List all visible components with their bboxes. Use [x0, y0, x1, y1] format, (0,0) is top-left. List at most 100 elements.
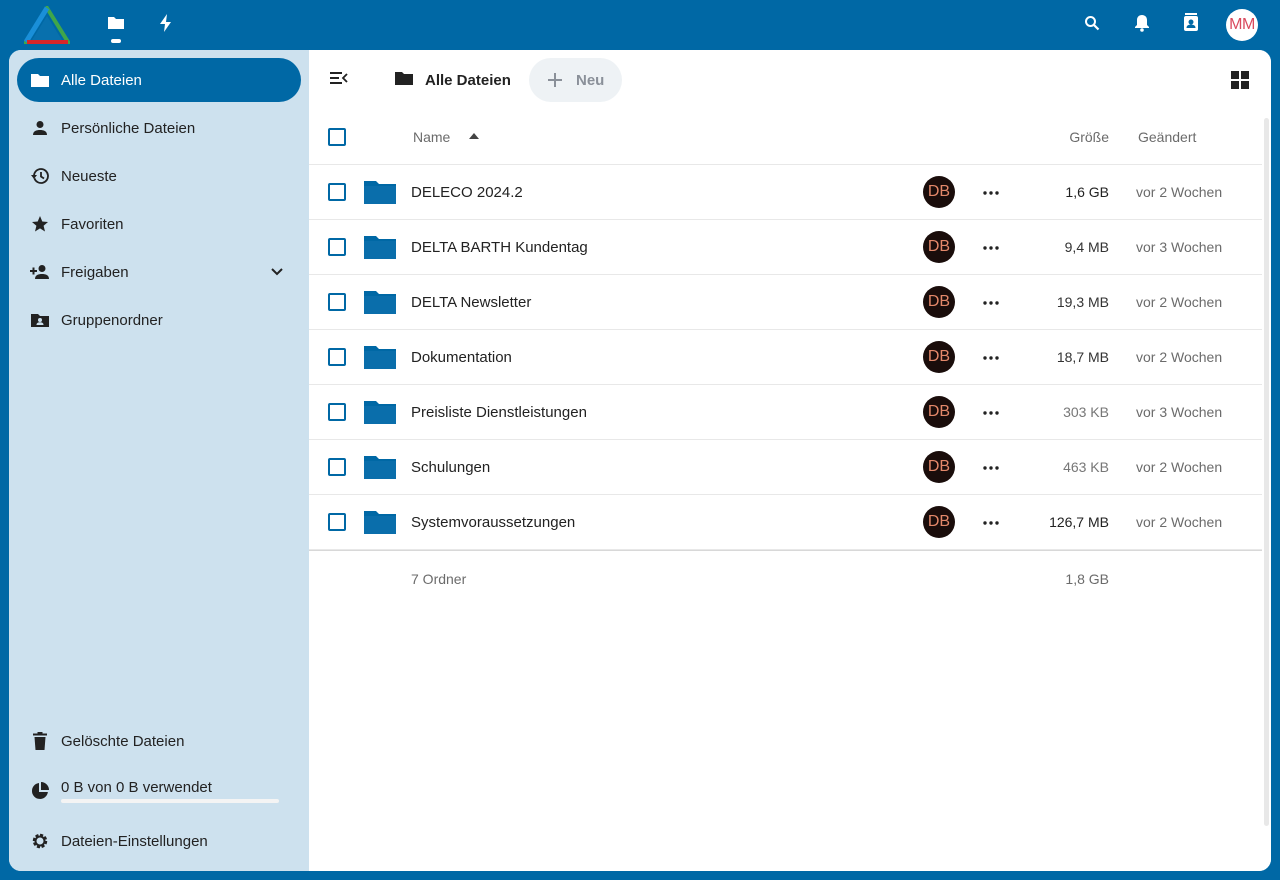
pie-chart-icon: [30, 781, 50, 801]
contacts-button[interactable]: [1179, 12, 1203, 37]
more-icon: [983, 292, 999, 310]
share-icon: [30, 262, 50, 282]
table-row[interactable]: Preisliste Dienstleistungen DB 303 KB vo…: [309, 385, 1262, 440]
folder-icon[interactable]: [363, 509, 397, 535]
row-checkbox[interactable]: [328, 403, 346, 421]
file-modified: vor 3 Wochen: [1136, 239, 1223, 255]
file-modified: vor 2 Wochen: [1136, 294, 1223, 310]
person-icon: [30, 118, 50, 138]
file-name[interactable]: Dokumentation: [411, 349, 512, 366]
more-actions-button[interactable]: [981, 291, 1001, 311]
share-owner-avatar[interactable]: DB: [923, 231, 955, 263]
quota-progress-bar: [61, 799, 279, 803]
more-actions-button[interactable]: [981, 511, 1001, 531]
table-row[interactable]: DELTA Newsletter DB 19,3 MB vor 2 Wochen: [309, 275, 1262, 330]
file-size: 463 KB: [1063, 459, 1109, 475]
more-actions-button[interactable]: [981, 401, 1001, 421]
share-owner-avatar[interactable]: DB: [923, 506, 955, 538]
select-all-checkbox[interactable]: [328, 128, 346, 146]
files-icon: [107, 15, 125, 36]
sidebar: Alle Dateien Persönliche Dateien Neueste…: [9, 50, 309, 871]
gear-icon: [30, 831, 50, 851]
sidebar-item-settings[interactable]: Dateien-Einstellungen: [17, 819, 301, 863]
file-size: 9,4 MB: [1064, 239, 1109, 255]
sidebar-item-favorites[interactable]: Favoriten: [17, 202, 301, 246]
app-header: MM: [0, 0, 1280, 50]
sidebar-quota[interactable]: 0 B von 0 B verwendet: [17, 768, 301, 812]
file-name[interactable]: Preisliste Dienstleistungen: [411, 404, 587, 421]
sidebar-item-trash[interactable]: Gelöschte Dateien: [17, 719, 301, 763]
share-owner-avatar[interactable]: DB: [923, 286, 955, 318]
file-modified: vor 2 Wochen: [1136, 514, 1223, 530]
more-actions-button[interactable]: [981, 346, 1001, 366]
table-row[interactable]: Schulungen DB 463 KB vor 2 Wochen: [309, 440, 1262, 495]
more-actions-button[interactable]: [981, 456, 1001, 476]
column-size-header[interactable]: Größe: [1069, 129, 1109, 145]
file-name[interactable]: Schulungen: [411, 459, 490, 476]
search-button[interactable]: [1080, 13, 1104, 37]
bell-icon: [1134, 14, 1150, 37]
folder-icon[interactable]: [363, 234, 397, 260]
table-row[interactable]: Dokumentation DB 18,7 MB vor 2 Wochen: [309, 330, 1262, 385]
row-checkbox[interactable]: [328, 238, 346, 256]
file-name[interactable]: DELTA Newsletter: [411, 294, 531, 311]
folder-icon[interactable]: [363, 179, 397, 205]
sidebar-item-recent[interactable]: Neueste: [17, 154, 301, 198]
folder-icon[interactable]: [363, 399, 397, 425]
column-modified-header[interactable]: Geändert: [1138, 129, 1196, 145]
file-modified: vor 2 Wochen: [1136, 459, 1223, 475]
table-row[interactable]: DELECO 2024.2 DB 1,6 GB vor 2 Wochen: [309, 165, 1262, 220]
total-size: 1,8 GB: [1065, 571, 1109, 587]
row-checkbox[interactable]: [328, 513, 346, 531]
row-checkbox[interactable]: [328, 458, 346, 476]
share-owner-avatar[interactable]: DB: [923, 396, 955, 428]
more-icon: [983, 237, 999, 255]
folder-count: 7 Ordner: [411, 571, 467, 587]
star-icon: [30, 214, 50, 234]
quota-text: 0 B von 0 B verwendet: [61, 779, 212, 796]
share-owner-avatar[interactable]: DB: [923, 451, 955, 483]
row-checkbox[interactable]: [328, 293, 346, 311]
new-button[interactable]: Neu: [529, 58, 622, 102]
toggle-navigation-button[interactable]: [329, 70, 349, 90]
table-row[interactable]: DELTA BARTH Kundentag DB 9,4 MB vor 3 Wo…: [309, 220, 1262, 275]
breadcrumb[interactable]: Alle Dateien: [395, 70, 511, 90]
row-checkbox[interactable]: [328, 348, 346, 366]
table-row[interactable]: Systemvoraussetzungen DB 126,7 MB vor 2 …: [309, 495, 1262, 550]
plus-icon: [547, 72, 563, 88]
more-actions-button[interactable]: [981, 181, 1001, 201]
files-app-button[interactable]: [104, 13, 128, 43]
file-name[interactable]: DELTA BARTH Kundentag: [411, 239, 588, 256]
folder-icon[interactable]: [363, 344, 397, 370]
share-owner-avatar[interactable]: DB: [923, 176, 955, 208]
sidebar-item-shares[interactable]: Freigaben: [17, 250, 301, 294]
more-actions-button[interactable]: [981, 236, 1001, 256]
chevron-down-icon[interactable]: [267, 262, 287, 282]
file-rows: DELECO 2024.2 DB 1,6 GB vor 2 Wochen DEL…: [309, 165, 1262, 550]
notifications-button[interactable]: [1130, 13, 1154, 37]
folder-icon[interactable]: [363, 454, 397, 480]
history-icon: [30, 166, 50, 186]
more-icon: [983, 182, 999, 200]
activity-icon: [159, 13, 173, 37]
file-modified: vor 3 Wochen: [1136, 404, 1223, 420]
file-modified: vor 2 Wochen: [1136, 349, 1223, 365]
share-owner-avatar[interactable]: DB: [923, 341, 955, 373]
scrollbar[interactable]: [1264, 118, 1269, 826]
row-checkbox[interactable]: [328, 183, 346, 201]
grid-view-toggle[interactable]: [1230, 70, 1250, 90]
activity-app-button[interactable]: [154, 13, 178, 37]
sidebar-item-personal-files[interactable]: Persönliche Dateien: [17, 106, 301, 150]
sidebar-item-label: Dateien-Einstellungen: [61, 832, 208, 850]
file-size: 18,7 MB: [1056, 349, 1109, 365]
column-name-header[interactable]: Name: [413, 129, 450, 145]
logo-icon[interactable]: [22, 4, 72, 46]
file-name[interactable]: DELECO 2024.2: [411, 184, 523, 201]
user-avatar[interactable]: MM: [1226, 9, 1258, 41]
more-icon: [983, 512, 999, 530]
folder-icon[interactable]: [363, 289, 397, 315]
sidebar-item-all-files[interactable]: Alle Dateien: [17, 58, 301, 102]
sidebar-item-label: Neueste: [61, 167, 117, 185]
sidebar-item-group-folders[interactable]: Gruppenordner: [17, 298, 301, 342]
file-name[interactable]: Systemvoraussetzungen: [411, 514, 575, 531]
